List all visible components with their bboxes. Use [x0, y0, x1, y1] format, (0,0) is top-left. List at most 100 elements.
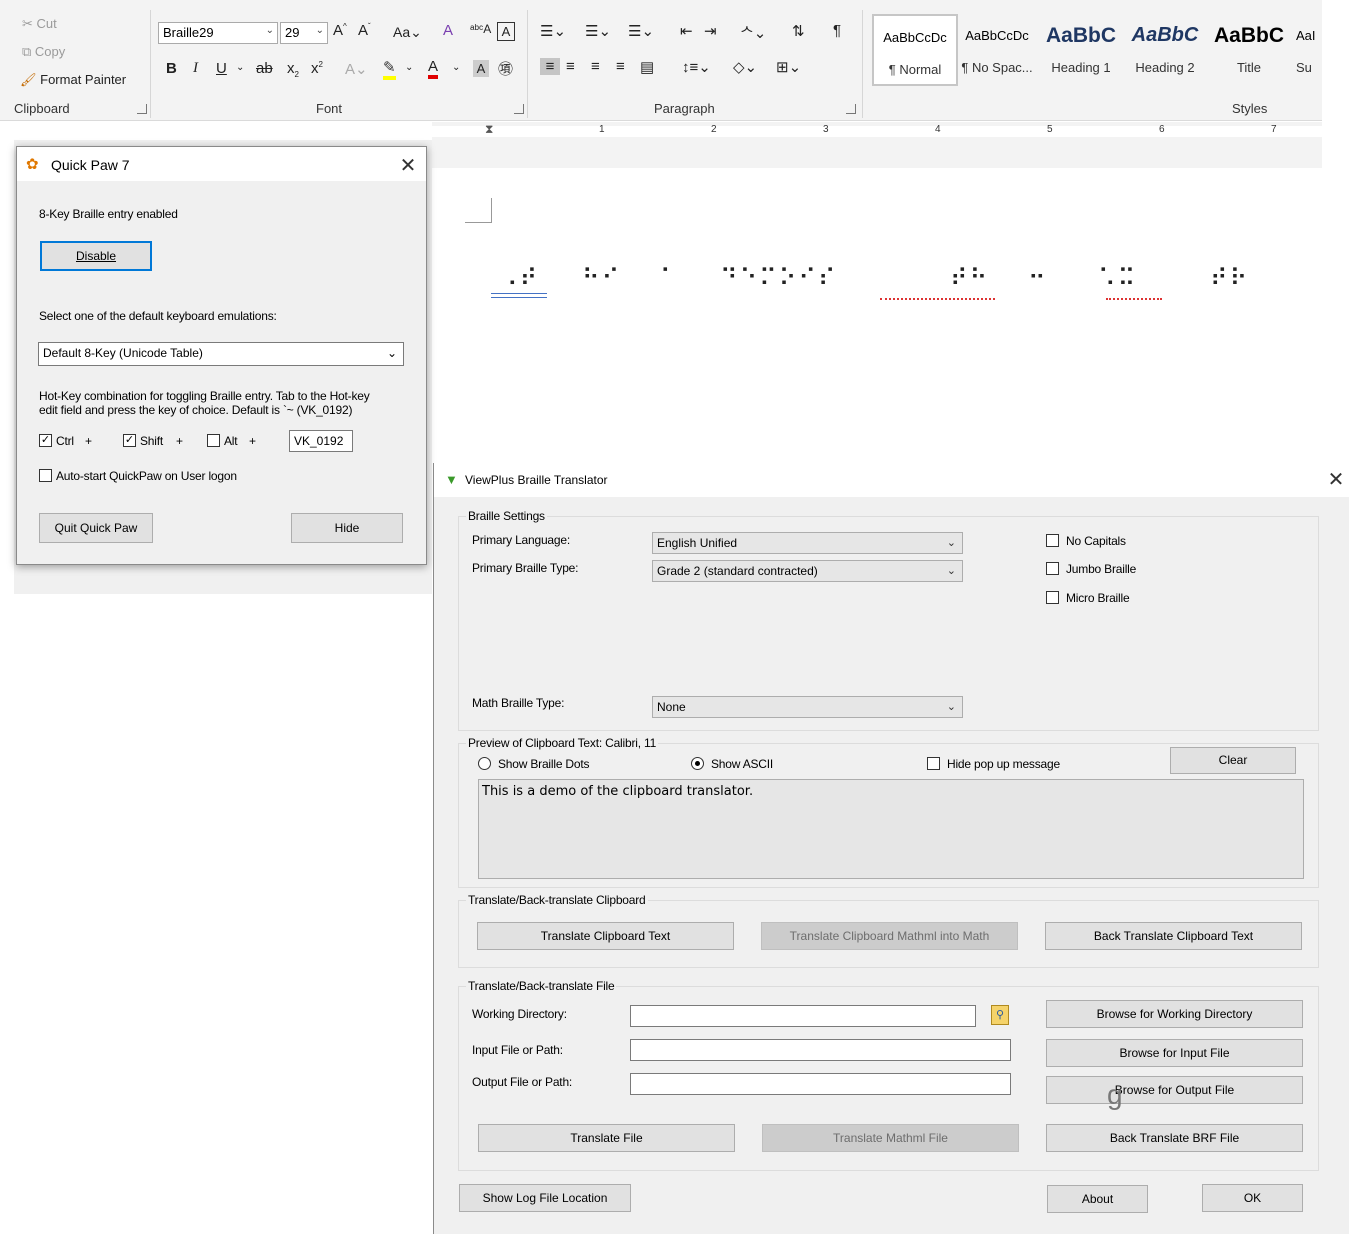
cut-button[interactable]: ✂ Cut — [22, 16, 57, 32]
spelling-squiggle — [1106, 296, 1162, 300]
micro-braille-checkbox[interactable] — [1046, 591, 1059, 604]
autostart-label: Auto-start QuickPaw on User logon — [56, 469, 237, 483]
folder-search-icon[interactable]: ⚲ — [991, 1005, 1009, 1025]
font-size-combo[interactable]: 29 ⌄ — [280, 22, 328, 44]
shift-checkbox[interactable]: ✓ — [123, 434, 136, 447]
about-button[interactable]: About — [1047, 1185, 1148, 1213]
ok-button[interactable]: OK — [1202, 1184, 1303, 1212]
decrease-indent-icon[interactable]: ⇤ — [680, 22, 693, 40]
translate-file-button[interactable]: Translate File — [478, 1124, 735, 1152]
braille-status-text: 8-Key Braille entry enabled — [39, 207, 178, 221]
chevron-down-icon[interactable]: ⌄ — [452, 62, 460, 73]
style-no-spacing[interactable]: AaBbCcDc ¶ No Spac... — [956, 14, 1038, 82]
shrink-font-icon[interactable]: Aˇ — [358, 22, 371, 39]
input-file-field[interactable] — [630, 1039, 1011, 1061]
document-page[interactable] — [437, 168, 1322, 463]
close-icon[interactable]: ✕ — [398, 153, 418, 178]
clear-formatting-icon[interactable]: A — [443, 22, 453, 39]
italic-icon[interactable]: I — [193, 60, 198, 77]
character-shading-icon[interactable]: A — [473, 60, 489, 77]
clear-button[interactable]: Clear — [1170, 747, 1296, 774]
indent-marker-icon[interactable]: ⧗ — [485, 122, 493, 137]
hide-button[interactable]: Hide — [291, 513, 403, 543]
working-directory-input[interactable] — [630, 1005, 976, 1027]
no-capitals-checkbox[interactable] — [1046, 534, 1059, 547]
style-heading-1[interactable]: AaBbC Heading 1 — [1040, 14, 1122, 82]
browse-input-file-button[interactable]: Browse for Input File — [1046, 1039, 1303, 1067]
multilevel-list-icon[interactable]: ☰⌄ — [628, 22, 654, 40]
style-normal[interactable]: AaBbCcDc ¶ Normal — [872, 14, 958, 86]
increase-indent-icon[interactable]: ⇥ — [704, 22, 717, 40]
enclose-characters-icon[interactable]: ㊠ — [498, 58, 513, 79]
clipboard-launcher-icon[interactable] — [137, 104, 147, 114]
distributed-icon[interactable]: ▤ — [640, 58, 654, 76]
subscript-icon[interactable]: x2 — [287, 60, 299, 79]
show-ascii-radio[interactable] — [691, 757, 704, 770]
emulation-select[interactable]: Default 8-Key (Unicode Table) ⌄ — [38, 342, 404, 366]
translate-mathml-file-button[interactable]: Translate Mathml File — [762, 1124, 1019, 1152]
character-border-icon[interactable]: A — [497, 22, 515, 41]
text-effects-icon[interactable]: A⌄ — [345, 60, 368, 78]
underline-icon[interactable]: U — [216, 60, 227, 77]
preview-text-area[interactable]: This is a demo of the clipboard translat… — [478, 779, 1304, 879]
hotkey-field[interactable]: VK_0192 — [289, 430, 353, 452]
font-color-icon[interactable]: A — [428, 58, 439, 79]
copy-button[interactable]: ⧉ Copy — [22, 44, 65, 60]
align-left-icon[interactable]: ≡ — [540, 58, 560, 75]
show-braille-dots-radio[interactable] — [478, 757, 491, 770]
output-file-field[interactable] — [630, 1073, 1011, 1095]
style-subtitle[interactable]: AaI Su — [1292, 14, 1322, 82]
disable-button[interactable]: Disable — [40, 241, 152, 271]
show-log-file-button[interactable]: Show Log File Location — [459, 1184, 631, 1212]
bullets-icon[interactable]: ☰⌄ — [540, 22, 566, 40]
braille-word: ⠞⠓ — [950, 264, 990, 292]
align-center-icon[interactable]: ≡ — [566, 58, 575, 75]
show-formatting-icon[interactable]: ¶ — [833, 22, 841, 39]
quit-quickpaw-button[interactable]: Quit Quick Paw — [39, 513, 153, 543]
alt-checkbox[interactable] — [207, 434, 220, 447]
back-translate-brf-button[interactable]: Back Translate BRF File — [1046, 1124, 1303, 1152]
horizontal-ruler[interactable]: ⧗ 1 2 3 4 5 6 7 — [432, 122, 1322, 140]
asian-layout-icon[interactable]: ᄉ⌄ — [740, 22, 766, 43]
numbering-icon[interactable]: ☰⌄ — [585, 22, 611, 40]
hide-popup-checkbox[interactable] — [927, 757, 940, 770]
borders-icon[interactable]: ⊞⌄ — [776, 58, 801, 76]
browse-working-directory-button[interactable]: Browse for Working Directory — [1046, 1000, 1303, 1028]
translate-clipboard-button[interactable]: Translate Clipboard Text — [477, 922, 734, 950]
grow-font-icon[interactable]: A^ — [333, 22, 347, 39]
justify-icon[interactable]: ≡ — [616, 58, 625, 75]
primary-braille-type-select[interactable]: Grade 2 (standard contracted) ⌄ — [652, 560, 963, 582]
sort-icon[interactable]: ⇅ — [792, 22, 805, 40]
plus-sign: + — [176, 434, 183, 448]
hide-popup-label: Hide pop up message — [947, 757, 1060, 771]
jumbo-braille-checkbox[interactable] — [1046, 562, 1059, 575]
ctrl-checkbox[interactable]: ✓ — [39, 434, 52, 447]
paragraph-launcher-icon[interactable] — [846, 104, 856, 114]
superscript-icon[interactable]: x2 — [311, 60, 323, 77]
autostart-checkbox[interactable] — [39, 469, 52, 482]
bold-icon[interactable]: B — [166, 60, 177, 77]
shading-icon[interactable]: ◇⌄ — [733, 58, 757, 76]
format-painter-button[interactable]: 🖌 Format Painter — [20, 72, 126, 88]
browse-output-file-button[interactable]: Browse for Output File — [1046, 1076, 1303, 1104]
primary-language-select[interactable]: English Unified ⌄ — [652, 532, 963, 554]
back-translate-clipboard-button[interactable]: Back Translate Clipboard Text — [1045, 922, 1302, 950]
style-heading-2[interactable]: AaBbC Heading 2 — [1124, 14, 1206, 82]
group-divider — [150, 10, 151, 118]
phonetic-guide-icon[interactable]: ᵃᵇᶜA — [470, 22, 491, 36]
close-icon[interactable]: ✕ — [1326, 467, 1346, 492]
align-right-icon[interactable]: ≡ — [591, 58, 600, 75]
chevron-down-icon[interactable]: ⌄ — [236, 62, 244, 73]
style-title[interactable]: AaBbC Title — [1208, 14, 1290, 82]
math-braille-type-select[interactable]: None ⌄ — [652, 696, 963, 718]
font-name-combo[interactable]: Braille29 ⌄ — [158, 22, 278, 44]
chevron-down-icon[interactable]: ⌄ — [405, 62, 413, 73]
hotkey-help-line2: edit field and press the key of choice. … — [39, 403, 353, 417]
strikethrough-icon[interactable]: ab — [256, 60, 273, 77]
font-launcher-icon[interactable] — [514, 104, 524, 114]
chevron-down-icon: ⌄ — [946, 565, 956, 577]
highlighter-icon[interactable]: ✎ — [383, 58, 396, 80]
line-spacing-icon[interactable]: ↕≡⌄ — [682, 58, 711, 76]
translate-clipboard-mathml-button[interactable]: Translate Clipboard Mathml into Math — [761, 922, 1018, 950]
change-case-icon[interactable]: Aa⌄ — [393, 24, 422, 41]
